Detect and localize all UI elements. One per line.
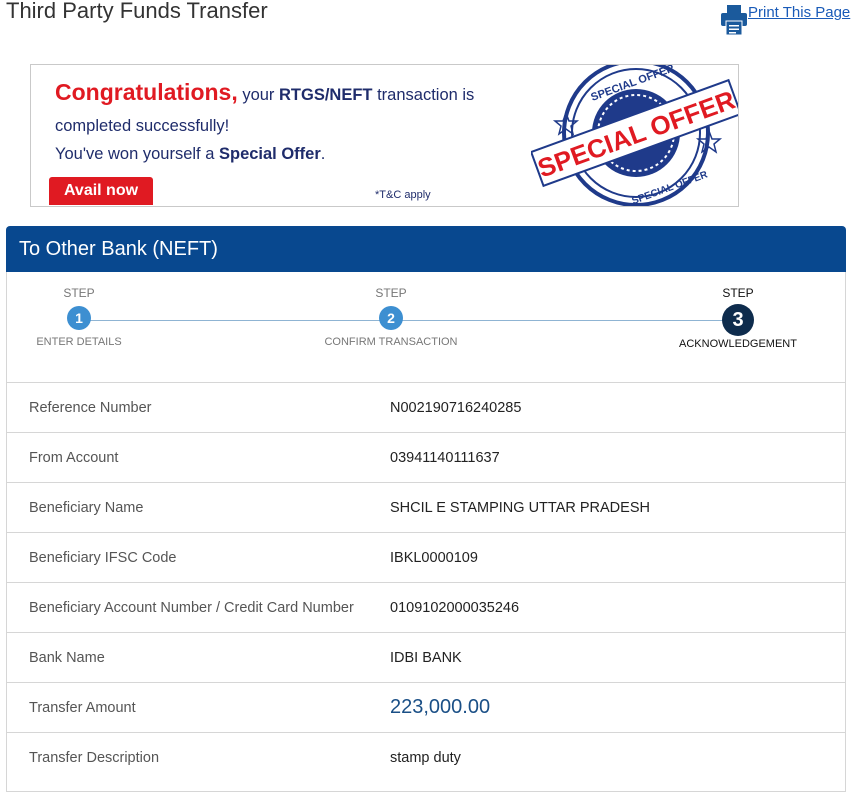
detail-value: stamp duty [390, 749, 461, 766]
detail-value: IDBI BANK [390, 649, 462, 666]
step-3: STEP 3 ACKNOWLEDGEMENT [675, 286, 801, 350]
banner-rtgs-text: RTGS/NEFT [279, 86, 373, 104]
step-label: ENTER DETAILS [36, 336, 122, 348]
special-offer-stamp-icon: SPECIAL OFFER SPECIAL OFFER SPECIAL OFFE… [531, 65, 738, 206]
detail-row-from-account: From Account 03941140111637 [7, 432, 845, 482]
detail-value: 03941140111637 [390, 449, 500, 466]
transaction-details: Reference Number N002190716240285 From A… [7, 382, 845, 782]
avail-now-button[interactable]: Avail now [49, 177, 153, 205]
step-2: STEP 2 CONFIRM TRANSACTION [321, 286, 461, 348]
banner-text: You've won yourself a [55, 145, 219, 163]
detail-label: Beneficiary Account Number / Credit Card… [29, 599, 354, 616]
detail-label: From Account [29, 449, 119, 466]
step-caption: STEP [63, 286, 95, 300]
detail-row-description: Transfer Description stamp duty [7, 732, 845, 782]
detail-value: 0109102000035246 [390, 599, 520, 616]
detail-label: Beneficiary IFSC Code [29, 549, 177, 566]
congrats-text: Congratulations, [55, 79, 238, 105]
banner-line-3: You've won yourself a Special Offer. [55, 145, 325, 164]
terms-note: *T&C apply [375, 189, 431, 201]
banner-line-2: completed successfully! [55, 117, 230, 135]
detail-label: Transfer Description [29, 749, 160, 766]
banner-text: your [237, 86, 280, 104]
detail-label: Reference Number [29, 399, 152, 416]
detail-row-amount: Transfer Amount 223,000.00 [7, 682, 845, 732]
detail-label: Transfer Amount [29, 699, 136, 716]
detail-row-account-number: Beneficiary Account Number / Credit Card… [7, 582, 845, 632]
banner-text: transaction is [372, 86, 475, 104]
progress-steps: STEP 1 ENTER DETAILS STEP 2 CONFIRM TRAN… [7, 272, 845, 382]
transfer-panel: STEP 1 ENTER DETAILS STEP 2 CONFIRM TRAN… [6, 272, 846, 792]
step-caption: STEP [722, 286, 754, 300]
panel-title: To Other Bank (NEFT) [6, 226, 846, 272]
page-title: Third Party Funds Transfer [6, 0, 268, 23]
detail-row-bank-name: Bank Name IDBI BANK [7, 632, 845, 682]
step-1: STEP 1 ENTER DETAILS [29, 286, 129, 348]
detail-row-reference: Reference Number N002190716240285 [7, 382, 845, 432]
banner-offer-text: Special Offer [218, 145, 321, 163]
print-page-label[interactable]: Print This Page [748, 4, 850, 22]
step-number: 1 [67, 306, 91, 330]
step-label: CONFIRM TRANSACTION [324, 336, 458, 348]
transfer-amount-value: 223,000.00 [390, 696, 491, 718]
detail-value: SHCIL E STAMPING UTTAR PRADESH [390, 499, 650, 516]
banner-text: . [320, 145, 326, 163]
special-offer-banner[interactable]: Congratulations, your RTGS/NEFT transact… [30, 64, 739, 207]
detail-value: N002190716240285 [390, 399, 522, 416]
step-label: ACKNOWLEDGEMENT [679, 338, 797, 350]
step-caption: STEP [375, 286, 407, 300]
detail-row-beneficiary-name: Beneficiary Name SHCIL E STAMPING UTTAR … [7, 482, 845, 532]
detail-value: IBKL0000109 [390, 549, 478, 566]
detail-row-ifsc: Beneficiary IFSC Code IBKL0000109 [7, 532, 845, 582]
step-number: 3 [722, 304, 754, 336]
printer-icon[interactable] [720, 4, 748, 36]
detail-label: Bank Name [29, 649, 105, 666]
step-number: 2 [379, 306, 403, 330]
detail-label: Beneficiary Name [29, 499, 144, 516]
print-page-link[interactable]: Print This Page [720, 4, 850, 36]
banner-line-1: Congratulations, your RTGS/NEFT transact… [55, 79, 474, 106]
